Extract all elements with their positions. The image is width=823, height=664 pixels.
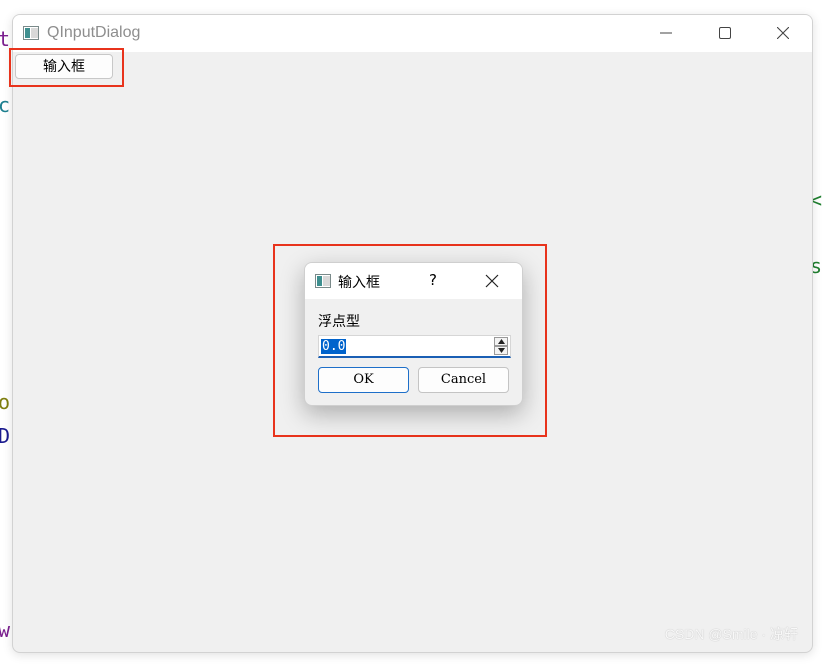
spin-down-button[interactable] <box>494 346 508 355</box>
cancel-button[interactable]: Cancel <box>418 367 509 393</box>
minimize-button[interactable] <box>643 15 689 52</box>
arrow-down-icon <box>498 348 505 353</box>
bg-glyph-c: c <box>0 93 11 117</box>
spin-box-value[interactable]: 0.0 <box>321 339 347 354</box>
dialog-title-bar[interactable]: 输入框 ? <box>305 263 522 299</box>
maximize-button[interactable] <box>702 15 748 52</box>
close-icon <box>777 27 789 39</box>
bg-glyph-w: w <box>0 618 11 642</box>
arrow-up-icon <box>498 339 505 344</box>
bg-glyph-o: o <box>0 390 11 414</box>
highlight-box-button <box>9 48 124 87</box>
dialog-close-icon[interactable] <box>485 274 499 288</box>
maximize-icon <box>719 27 731 39</box>
close-button[interactable] <box>760 15 806 52</box>
watermark: CSDN @Smile · 凉轩 <box>664 626 798 642</box>
help-button[interactable]: ? <box>429 271 437 289</box>
title-bar[interactable]: QInputDialog <box>13 15 812 52</box>
bg-glyph-t: t <box>0 27 11 51</box>
dialog-title: 输入框 <box>338 275 380 291</box>
ok-button[interactable]: OK <box>318 367 409 393</box>
double-spin-box[interactable]: 0.0 <box>318 335 511 358</box>
dialog-app-icon <box>315 274 331 288</box>
bg-glyph-d: D <box>0 424 11 448</box>
input-dialog: 输入框 ? 浮点型 0.0 OK Cancel <box>304 262 523 406</box>
app-icon <box>23 26 39 40</box>
minimize-icon <box>660 32 672 34</box>
field-label: 浮点型 <box>318 314 360 330</box>
window-title: QInputDialog <box>47 24 141 41</box>
spin-up-button[interactable] <box>494 337 508 346</box>
